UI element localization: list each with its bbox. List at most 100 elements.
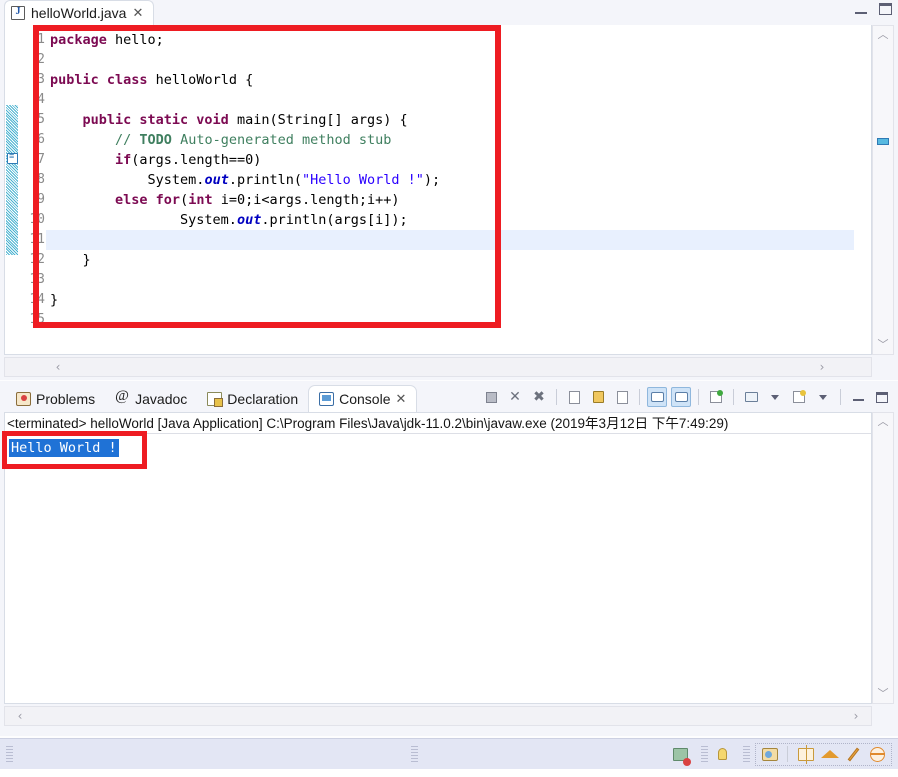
line-number: 4 [37,92,45,107]
editor-tab-label: helloWorld.java [31,5,127,21]
editor-area: helloWorld.java ✕ 123456789101112131415 … [0,0,898,380]
tab-console[interactable]: Console ✕ [308,385,418,412]
code-line[interactable]: else for(int i=0;i<args.length;i++) [46,190,871,210]
code-text[interactable]: package hello; public class helloWorld {… [46,25,871,354]
line-number: 12 [29,252,45,267]
code-line[interactable] [46,270,871,290]
pencil-icon[interactable] [844,745,863,764]
console-scroll-left-icon[interactable]: ‹ [11,707,29,725]
java-file-icon [11,6,25,20]
status-bar-icons [671,742,898,766]
close-icon[interactable]: ✕ [396,392,407,407]
editor-horizontal-scrollbar[interactable]: ‹ › [4,357,872,377]
display-selected-console-button[interactable] [741,387,761,407]
line-number: 14 [29,292,45,307]
console-vertical-scrollbar[interactable]: ︿ ﹀ [872,412,894,704]
code-line[interactable] [46,230,854,250]
tab-label: Console [339,391,391,407]
status-icon-group [755,742,892,766]
editor-tab-helloworld-java[interactable]: helloWorld.java ✕ [4,0,155,25]
tab-javadoc[interactable]: Javadoc [105,385,197,412]
code-viewport[interactable]: 123456789101112131415 package hello; pub… [4,25,872,355]
toolbar-separator [733,389,734,405]
status-grip [6,746,13,762]
toolbar-separator [556,389,557,405]
view-tab-bar: ProblemsJavadocDeclarationConsole✕ ✕✖ [0,381,898,412]
graduation-hat-icon[interactable] [820,745,839,764]
line-number: 15 [29,312,45,327]
maximize-view-button[interactable] [872,387,892,407]
line-number: 3 [37,72,45,87]
close-icon[interactable]: ✕ [132,7,143,20]
code-line[interactable]: public static void main(String[] args) { [46,110,871,130]
line-number: 1 [37,32,45,47]
perspective-icon[interactable] [671,745,690,764]
console-toolbar: ✕ ✖ [481,385,892,409]
scroll-lock-button[interactable] [588,387,608,407]
status-bar [0,738,898,769]
declaration-icon [207,391,224,407]
bulb-icon[interactable] [713,745,732,764]
code-line[interactable]: } [46,250,871,270]
editor-window-controls [855,3,892,15]
book-icon[interactable] [796,745,815,764]
console-output-selection[interactable]: Hello World ! [9,439,119,457]
console-process-header: <terminated> helloWorld [Java Applicatio… [5,413,871,434]
toolbar-separator [639,389,640,405]
show-console-on-error-button[interactable] [671,387,691,407]
line-number: 5 [37,112,45,127]
change-marker [6,105,18,255]
code-line[interactable] [46,50,871,70]
word-wrap-button[interactable] [612,387,632,407]
code-line[interactable]: package hello; [46,30,871,50]
open-console-menu[interactable] [813,387,833,407]
scroll-down-icon[interactable]: ﹀ [873,336,893,354]
tab-declaration[interactable]: Declaration [197,385,308,412]
show-console-on-output-button[interactable] [647,387,667,407]
open-console-button[interactable] [789,387,809,407]
terminate-button[interactable] [481,387,501,407]
tab-problems[interactable]: Problems [6,385,105,412]
code-line[interactable]: } [46,290,871,310]
overview-ruler-marker[interactable] [877,138,889,145]
console-scroll-up-icon[interactable]: ︿ [873,413,893,431]
minimize-view-button[interactable] [848,387,868,407]
code-line[interactable] [46,310,871,330]
scroll-right-icon[interactable]: › [813,358,831,376]
line-number-ruler: 1 2 3 4 5 6 7 8 9 10 11 12 13 14 15 [19,25,45,354]
console-scroll-down-icon[interactable]: ﹀ [873,685,893,703]
globe-icon[interactable] [868,745,887,764]
folding-marker-icon[interactable] [7,151,18,164]
console-body[interactable]: <terminated> helloWorld [Java Applicatio… [4,412,872,704]
pin-console-button[interactable] [706,387,726,407]
clear-console-button[interactable] [564,387,584,407]
window-bottom-strip [0,769,898,777]
code-line[interactable]: // TODO Auto-generated method stub [46,130,871,150]
code-line[interactable]: public class helloWorld { [46,70,871,90]
code-line[interactable] [46,90,871,110]
code-line[interactable]: System.out.println("Hello World !"); [46,170,871,190]
minimize-icon[interactable] [855,5,867,14]
scroll-up-icon[interactable]: ︿ [873,26,893,44]
console-icon [319,392,335,406]
console-output[interactable]: Hello World ! [9,439,119,458]
code-line[interactable]: if(args.length==0) [46,150,871,170]
display-selected-console-menu[interactable] [765,387,785,407]
line-number: 2 [37,52,45,67]
line-number: 7 [37,152,45,167]
remove-launch-button[interactable]: ✕ [505,387,525,407]
scroll-left-icon[interactable]: ‹ [49,358,67,376]
console-horizontal-scrollbar[interactable]: ‹ › [4,706,872,726]
marker-bar[interactable] [5,25,19,354]
javadoc-icon [115,388,130,406]
code-line[interactable]: System.out.println(args[i]); [46,210,871,230]
console-scroll-right-icon[interactable]: › [847,707,865,725]
line-number: 6 [37,132,45,147]
eclipse-ide-window: helloWorld.java ✕ 123456789101112131415 … [0,0,898,777]
editor-vertical-scrollbar[interactable]: ︿ ﹀ [872,25,894,355]
tip-of-the-day-icon[interactable] [760,745,779,764]
problems-icon [16,391,31,406]
remove-all-terminated-button[interactable]: ✖ [529,387,549,407]
maximize-icon[interactable] [879,3,892,15]
tab-label: Javadoc [135,390,188,407]
